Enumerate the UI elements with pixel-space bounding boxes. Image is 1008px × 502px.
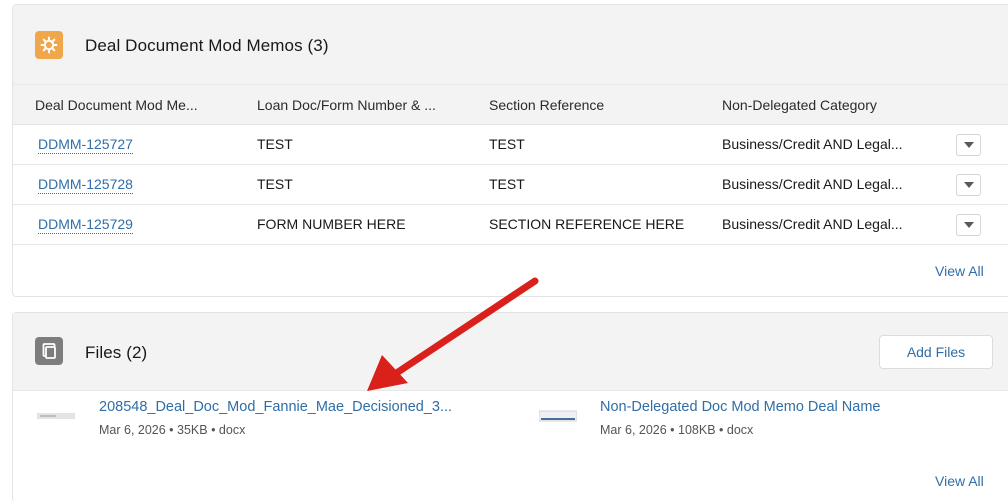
chevron-down-icon [963,182,974,188]
memo-id-link[interactable]: DDMM-125728 [38,176,133,194]
column-header-non-delegated-category[interactable]: Non-Delegated Category [722,97,922,113]
category-cell: Business/Credit AND Legal... [722,216,903,232]
files-view-all-link[interactable]: View All [935,473,984,489]
section-reference-cell: SECTION REFERENCE HERE [489,216,685,232]
file-name-link[interactable]: Non-Delegated Doc Mod Memo Deal Name [600,399,880,415]
table-row: DDMM-125727 TEST TEST Business/Credit AN… [13,125,1008,165]
column-header-section-reference[interactable]: Section Reference [489,97,689,113]
row-actions-dropdown[interactable] [956,134,981,156]
memo-id-link[interactable]: DDMM-125729 [38,216,133,234]
section-reference-cell: TEST [489,176,525,192]
file-thumbnail-icon [538,409,578,423]
deal-document-mod-memos-card: Deal Document Mod Memos (3) Deal Documen… [12,4,1008,297]
file-item[interactable]: 208548_Deal_Doc_Mod_Fannie_Mae_Decisione… [37,399,497,443]
chevron-down-icon [963,142,974,148]
add-files-button[interactable]: Add Files [879,335,993,369]
memos-table-header: Deal Document Mod Me... Loan Doc/Form Nu… [13,85,1008,125]
section-reference-cell: TEST [489,136,525,152]
table-row: DDMM-125729 FORM NUMBER HERE SECTION REF… [13,205,1008,245]
file-item[interactable]: Non-Delegated Doc Mod Memo Deal Name Mar… [538,399,959,443]
memos-card-title[interactable]: Deal Document Mod Memos (3) [85,36,329,56]
column-header-memo[interactable]: Deal Document Mod Me... [35,97,235,113]
files-icon [35,337,63,365]
category-cell: Business/Credit AND Legal... [722,176,903,192]
files-card-title[interactable]: Files (2) [85,343,147,363]
files-card-header: Files (2) Add Files [13,313,1008,391]
category-cell: Business/Credit AND Legal... [722,136,903,152]
row-actions-dropdown[interactable] [956,214,981,236]
form-number-cell: TEST [257,176,293,192]
chevron-down-icon [963,222,974,228]
file-thumbnail-icon [37,409,75,423]
file-meta: Mar 6, 2026 • 35KB • docx [99,423,246,437]
file-meta: Mar 6, 2026 • 108KB • docx [600,423,754,437]
row-actions-dropdown[interactable] [956,174,981,196]
memo-id-link[interactable]: DDMM-125727 [38,136,133,154]
form-number-cell: TEST [257,136,293,152]
column-header-loan-doc[interactable]: Loan Doc/Form Number & ... [257,97,472,113]
table-row: DDMM-125728 TEST TEST Business/Credit AN… [13,165,1008,205]
form-number-cell: FORM NUMBER HERE [257,216,406,232]
memos-view-all-link[interactable]: View All [935,263,984,279]
gear-icon [35,31,63,59]
file-name-link[interactable]: 208548_Deal_Doc_Mod_Fannie_Mae_Decisione… [99,399,452,415]
memos-card-header: Deal Document Mod Memos (3) [13,5,1008,85]
files-card: Files (2) Add Files 208548_Deal_Doc_Mod_… [12,312,1008,502]
